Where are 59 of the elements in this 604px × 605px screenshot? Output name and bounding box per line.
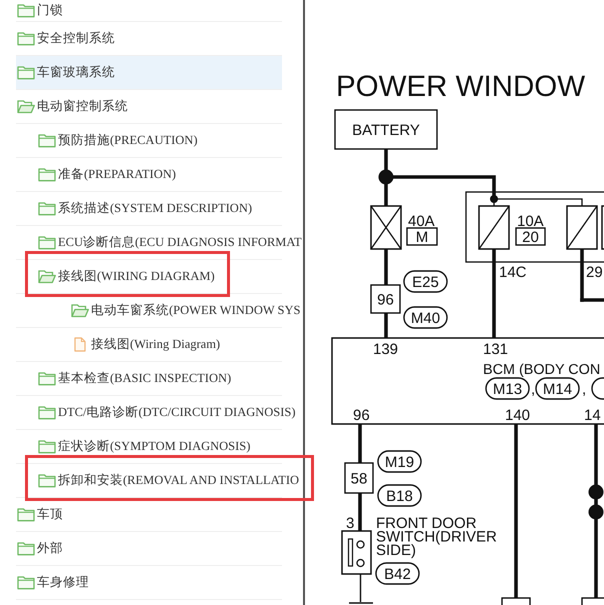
connector-tag: B42 (375, 562, 420, 585)
tree-item[interactable]: 症状诊断(SYMPTOM DIAGNOSIS) (38, 438, 250, 455)
diagram-title: POWER WINDOW (336, 70, 586, 103)
document-icon (74, 337, 86, 352)
pin-number: 96 (353, 407, 370, 424)
connector-tag: B18 (377, 484, 422, 507)
tree-item[interactable]: 接线图(Wiring Diagram) (71, 336, 220, 353)
wire (360, 574, 362, 602)
wire (384, 313, 388, 338)
terminal-label: 14C (499, 264, 527, 281)
tree-item[interactable]: 电动车窗系统(POWER WINDOW SYS (71, 302, 300, 319)
junction-dot (490, 195, 498, 203)
terminal-label: 29 (586, 264, 603, 281)
wire (384, 249, 388, 285)
pin-box: 58 (344, 462, 374, 494)
battery-box: BATTERY (334, 109, 438, 150)
fuse-rating-label: 40A (408, 213, 435, 230)
list-separator: , (531, 381, 536, 398)
tree-item[interactable]: 基本检查(BASIC INSPECTION) (38, 370, 232, 387)
pin-number: 131 (483, 341, 508, 358)
tree-item[interactable]: 门锁 (17, 2, 63, 19)
tree-item[interactable]: 预防措施(PRECAUTION) (38, 132, 198, 149)
wire (358, 424, 362, 463)
tree-item[interactable]: 系统描述(SYSTEM DESCRIPTION) (38, 200, 252, 217)
tree-item[interactable]: 车顶 (17, 506, 63, 523)
junction-dot (588, 504, 604, 520)
pin-number: 3 (346, 515, 354, 532)
tree-item[interactable]: 电动窗控制系统 (17, 98, 128, 115)
fuse-location-tag: M (406, 227, 438, 246)
junction-dot (588, 484, 604, 500)
connector-tag: M14 (535, 377, 580, 400)
tree-item[interactable]: 准备(PREPARATION) (38, 166, 176, 183)
pin-number: 139 (373, 341, 398, 358)
pin-box: 96 (370, 284, 401, 314)
tree-item[interactable]: 外部 (17, 540, 63, 557)
connector-tag: M19 (377, 450, 422, 473)
fusible-link-symbol (370, 205, 402, 250)
tree-item[interactable]: 安全控制系统 (17, 30, 115, 47)
tree-item[interactable]: ECU诊断信息(ECU DIAGNOSIS INFORMAT (38, 234, 302, 251)
tree-item[interactable]: 接线图(WIRING DIAGRAM) (38, 268, 215, 285)
fuse-location-tag: 20 (515, 227, 546, 246)
module-label: BCM (BODY CON (483, 362, 600, 378)
connector-tag: M13 (485, 377, 530, 400)
fuse-symbol (478, 205, 510, 250)
pin-number: 140 (505, 407, 530, 424)
connector-tag: E25 (403, 270, 448, 293)
connector-tag: M40 (403, 306, 448, 329)
fuse-symbol (566, 205, 598, 250)
component-label: FRONT DOOR SWITCH(DRIVER SIDE) (376, 515, 497, 559)
wire (358, 493, 362, 531)
list-separator: , (582, 381, 586, 398)
tree-item[interactable]: 拆卸和安装(REMOVAL AND INSTALLATIO (38, 472, 300, 489)
switch-symbol (341, 530, 372, 575)
pin-number: 14 (584, 407, 601, 424)
tree-item[interactable]: 车身修理 (17, 574, 89, 591)
tree-item[interactable]: 车窗玻璃系统 (17, 64, 115, 81)
fuse-rating-label: 10A (517, 213, 544, 230)
junction-dot (378, 170, 394, 184)
tree-item[interactable]: DTC/电路诊断(DTC/CIRCUIT DIAGNOSIS) (38, 404, 296, 421)
